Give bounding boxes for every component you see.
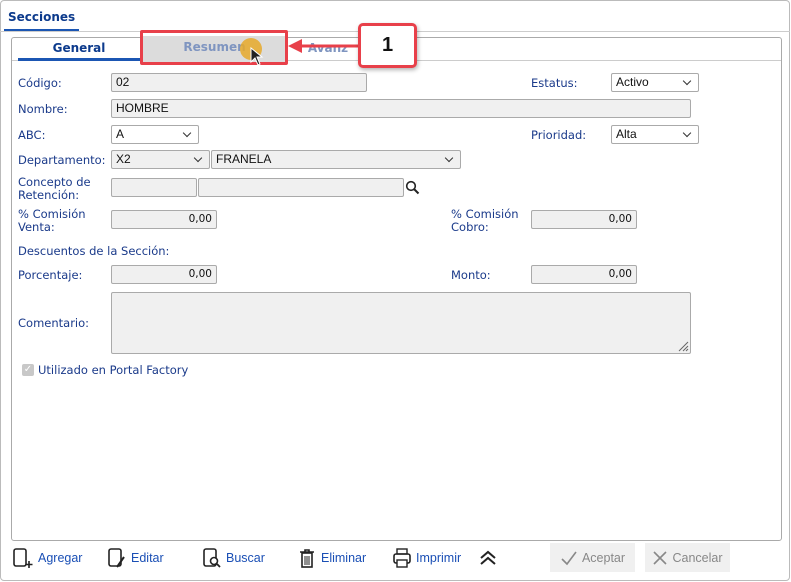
abc-select[interactable]: A [111,125,199,144]
portal-factory-label: Utilizado en Portal Factory [38,363,189,377]
comision-venta-input[interactable]: 0,00 [111,210,217,229]
concepto-code-input[interactable] [111,178,197,197]
prioridad-select[interactable]: Alta [611,125,699,144]
imprimir-button[interactable]: Imprimir [392,546,461,570]
printer-icon [393,548,411,568]
tab-secciones[interactable]: Secciones [8,10,75,24]
departamento-name-select[interactable]: FRANELA [211,150,461,169]
codigo-input[interactable]: 02 [111,73,367,92]
concepto-name-input[interactable] [198,178,404,197]
collapse-chevrons-icon[interactable] [478,549,498,567]
annotation-arrow [288,39,360,53]
eliminar-button[interactable]: Eliminar [297,546,366,570]
close-icon [653,550,668,565]
edit-icon [108,548,125,568]
monto-input[interactable]: 0,00 [531,265,637,284]
comision-cobro-input[interactable]: 0,00 [531,210,637,229]
codigo-label: Código: [18,76,62,90]
estatus-label: Estatus: [531,76,578,90]
editar-label: Editar [131,551,164,565]
comision-cobro-label-line2: Cobro: [451,220,489,234]
portal-factory-checkbox[interactable]: ✓ [22,364,34,376]
departamento-label: Departamento: [18,153,106,167]
abc-label: ABC: [18,128,46,142]
trash-icon [300,549,314,568]
nombre-label: Nombre: [18,102,68,116]
check-icon [561,551,577,565]
agregar-label: Agregar [38,551,83,565]
comentario-textarea[interactable] [111,292,691,354]
eliminar-label: Eliminar [321,551,367,565]
comision-venta-label-line2: Venta: [18,220,55,234]
agregar-button[interactable]: Agregar [12,546,82,570]
porcentaje-input[interactable]: 0,00 [111,265,217,284]
departamento-code-select[interactable]: X2 [111,150,210,169]
comentario-label: Comentario: [18,316,90,330]
annotation-highlight [140,30,288,65]
porcentaje-label: Porcentaje: [18,268,83,282]
buscar-button[interactable]: Buscar [202,546,265,570]
cursor-icon [250,47,264,66]
estatus-select[interactable]: Activo [611,73,699,92]
add-document-icon [13,548,33,568]
search-document-icon [203,548,221,568]
monto-label: Monto: [451,268,491,282]
prioridad-label: Prioridad: [531,128,587,142]
nombre-input[interactable]: HOMBRE [111,99,691,118]
aceptar-button[interactable]: Aceptar [550,543,635,572]
cancelar-button[interactable]: Cancelar [645,543,730,572]
annotation-callout: 1 [358,23,417,68]
search-icon[interactable] [405,180,420,195]
tab-general[interactable]: General [18,40,140,61]
cancelar-label: Cancelar [672,550,723,565]
descuentos-heading: Descuentos de la Sección: [18,244,170,258]
aceptar-label: Aceptar [581,550,626,565]
imprimir-label: Imprimir [416,551,462,565]
buscar-label: Buscar [226,551,265,565]
editar-button[interactable]: Editar [107,546,164,570]
concepto-label-line2: Retención: [18,188,80,202]
resize-handle-icon[interactable] [677,340,689,352]
